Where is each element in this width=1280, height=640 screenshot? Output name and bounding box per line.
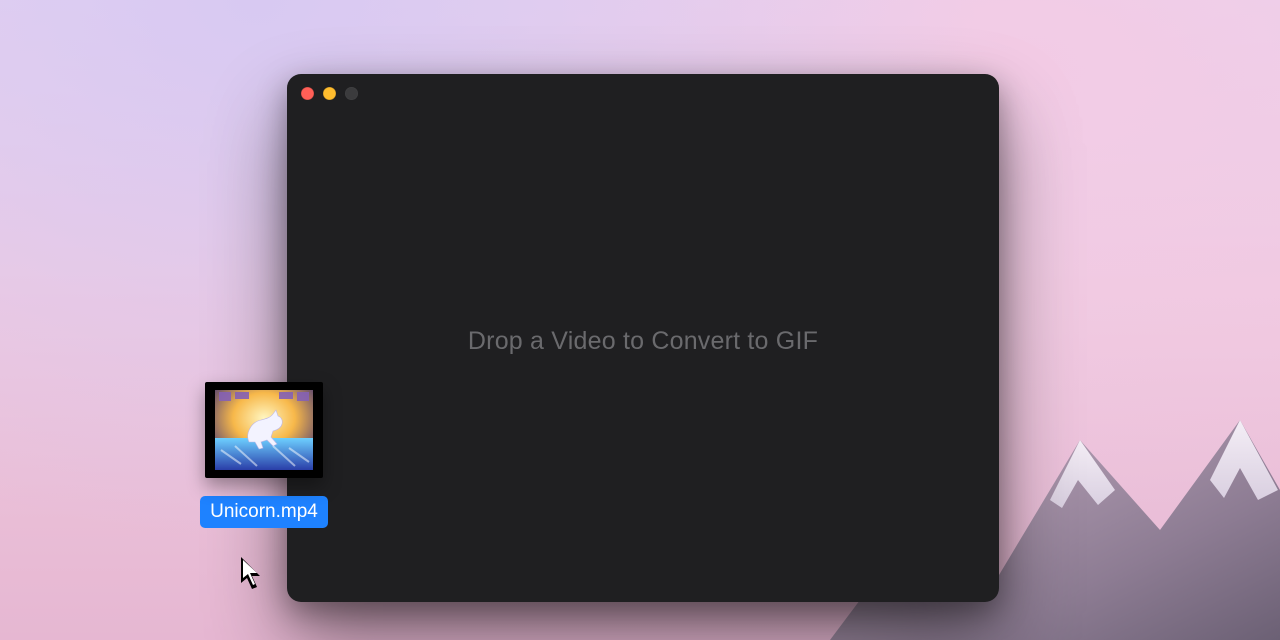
close-icon[interactable] xyxy=(301,87,314,100)
app-window[interactable]: Drop a Video to Convert to GIF xyxy=(287,74,999,602)
titlebar[interactable] xyxy=(287,74,999,112)
zoom-icon[interactable] xyxy=(345,87,358,100)
file-name-label[interactable]: Unicorn.mp4 xyxy=(200,496,328,528)
thumbnail-image xyxy=(215,390,313,470)
desktop-file[interactable]: Unicorn.mp4 xyxy=(180,382,348,528)
video-thumbnail[interactable] xyxy=(205,382,323,478)
drop-zone-message: Drop a Video to Convert to GIF xyxy=(468,327,818,356)
drop-zone[interactable]: Drop a Video to Convert to GIF xyxy=(287,112,999,602)
desktop-wallpaper: Drop a Video to Convert to GIF xyxy=(0,0,1280,640)
minimize-icon[interactable] xyxy=(323,87,336,100)
cursor-icon xyxy=(240,556,266,592)
